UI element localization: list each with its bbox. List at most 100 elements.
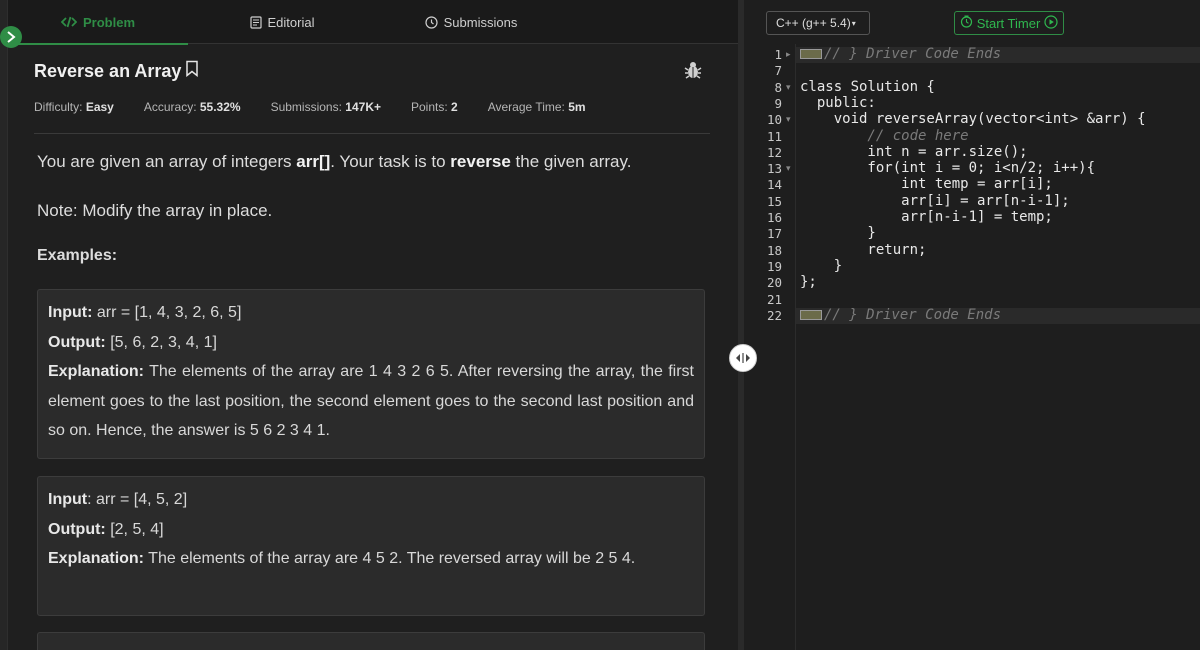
problem-note: Note: Modify the array in place. bbox=[37, 201, 273, 220]
tab-label: Problem bbox=[82, 14, 135, 30]
points: Points: 2 bbox=[411, 100, 458, 114]
fold-toggle-icon[interactable]: ▾ bbox=[786, 114, 791, 125]
fold-toggle-icon[interactable]: ▾ bbox=[786, 82, 791, 93]
example-input: Input: arr = [1, 4, 3, 2, 6, 5] bbox=[48, 298, 694, 328]
line-number: 9 bbox=[774, 95, 782, 111]
explanation-text: The elements of the array are 4 5 2. The… bbox=[148, 550, 636, 567]
tab-label: Submissions bbox=[443, 14, 518, 30]
tab-problem[interactable]: Problem bbox=[8, 0, 188, 45]
line-number: 19 bbox=[766, 258, 782, 274]
code-editor[interactable]: // } Driver Code Ends class Solution { pu… bbox=[796, 44, 1200, 650]
problem-content: Reverse an Array Difficulty: Easy Accura… bbox=[8, 44, 738, 650]
line-number: 21 bbox=[766, 291, 782, 307]
code-line[interactable]: int n = arr.size(); bbox=[800, 144, 1027, 160]
explanation-text: The elements of the array are 1 4 3 2 6 … bbox=[48, 363, 695, 439]
desc-bold: reverse bbox=[450, 152, 511, 171]
line-number: 10 bbox=[766, 112, 782, 128]
clock-icon bbox=[425, 15, 438, 29]
caret-down-icon: ▾ bbox=[851, 18, 856, 28]
code-line[interactable]: class Solution { bbox=[800, 79, 935, 95]
line-number: 7 bbox=[774, 63, 782, 79]
line-number: 18 bbox=[766, 242, 782, 258]
example-explanation: Explanation: The elements of the array a… bbox=[48, 357, 694, 446]
code-line[interactable]: void reverseArray(vector<int> &arr) { bbox=[800, 111, 1146, 127]
folded-code-marker-icon[interactable] bbox=[800, 49, 822, 59]
example-box: Input: arr = [4, 5, 2] Output: [2, 5, 4]… bbox=[37, 476, 705, 616]
resize-handle-icon[interactable] bbox=[729, 344, 757, 372]
code-line[interactable]: arr[n-i-1] = temp; bbox=[800, 209, 1053, 225]
avg-time-label: Average Time: bbox=[487, 100, 565, 114]
language-select[interactable]: C++ (g++ 5.4) ▾ bbox=[766, 11, 870, 35]
desc-text: the given array. bbox=[510, 152, 632, 171]
chevron-right-icon bbox=[7, 31, 16, 43]
desc-text: You are given an array of integers bbox=[37, 152, 297, 171]
code-line[interactable]: // } Driver Code Ends bbox=[800, 307, 1001, 323]
input-label: Input: bbox=[48, 304, 93, 321]
code-line[interactable]: for(int i = 0; i<n/2; i++){ bbox=[800, 160, 1095, 176]
example-output: Output: [2, 5, 4] bbox=[48, 515, 694, 545]
output-value: [5, 6, 2, 3, 4, 1] bbox=[110, 333, 217, 351]
submissions-value: 147K+ bbox=[345, 100, 381, 114]
difficulty-value: Easy bbox=[85, 100, 114, 114]
code-line[interactable]: } bbox=[800, 225, 875, 241]
problem-panel: Problem Editorial Submissions Reverse an… bbox=[0, 0, 738, 650]
points-label: Points: bbox=[411, 100, 448, 114]
code-line[interactable]: arr[i] = arr[n-i-1]; bbox=[800, 193, 1070, 209]
bookmark-icon[interactable] bbox=[185, 60, 199, 82]
problem-title: Reverse an Array bbox=[34, 60, 182, 81]
line-number: 12 bbox=[766, 144, 782, 160]
line-number: 13 bbox=[766, 161, 782, 177]
submissions-label: Submissions: bbox=[270, 100, 342, 114]
code-line[interactable]: }; bbox=[800, 274, 817, 290]
example-explanation: Explanation: The elements of the array a… bbox=[48, 544, 694, 574]
explanation-label: Explanation: bbox=[48, 363, 145, 380]
input-value: : arr = [4, 5, 2] bbox=[87, 491, 188, 508]
submissions: Submissions: 147K+ bbox=[271, 100, 381, 114]
accuracy-label: Accuracy: bbox=[143, 100, 197, 114]
start-timer-label: Start Timer bbox=[976, 15, 1041, 31]
accuracy: Accuracy: 55.32% bbox=[144, 100, 241, 114]
line-number: 1 bbox=[774, 47, 782, 62]
difficulty: Difficulty: Easy bbox=[34, 100, 114, 114]
fold-toggle-icon[interactable]: ▾ bbox=[786, 163, 791, 174]
code-line[interactable]: public: bbox=[800, 95, 876, 111]
code-line[interactable]: return; bbox=[800, 242, 926, 258]
explanation-label: Explanation: bbox=[48, 550, 145, 567]
editor-panel: C++ (g++ 5.4) ▾ Start Timer 1 ▸ 7 8 ▾ 9 10 ▾ 11 1… bbox=[744, 0, 1200, 650]
editor-toolbar: C++ (g++ 5.4) ▾ Start Timer bbox=[744, 0, 1200, 44]
example-input: Input: arr = [4, 5, 2] bbox=[48, 485, 694, 515]
input-value: arr = [1, 4, 3, 2, 6, 5] bbox=[96, 304, 242, 321]
tab-label: Editorial bbox=[267, 14, 315, 30]
line-number: 15 bbox=[766, 193, 782, 209]
document-icon bbox=[249, 15, 262, 29]
line-number: 14 bbox=[766, 177, 782, 193]
code-line[interactable]: int temp = arr[i]; bbox=[800, 176, 1053, 192]
bug-icon[interactable] bbox=[684, 60, 702, 85]
example-output: Output: [5, 6, 2, 3, 4, 1] bbox=[48, 328, 694, 358]
code-comment: // } Driver Code Ends bbox=[824, 306, 1002, 323]
start-timer-button[interactable]: Start Timer bbox=[954, 11, 1064, 35]
line-number: 22 bbox=[766, 307, 782, 323]
input-label: Input bbox=[48, 491, 88, 508]
folded-code-marker-icon[interactable] bbox=[800, 309, 822, 320]
code-line[interactable]: // } Driver Code Ends bbox=[800, 46, 1001, 62]
code-comment: // } Driver Code Ends bbox=[824, 46, 1002, 62]
average-time: Average Time: 5m bbox=[488, 100, 586, 114]
tab-submissions[interactable]: Submissions bbox=[376, 0, 566, 44]
problem-meta: Difficulty: Easy Accuracy: 55.32% Submis… bbox=[34, 100, 586, 114]
code-line[interactable]: } bbox=[800, 258, 842, 274]
line-number: 8 bbox=[774, 79, 782, 95]
fold-toggle-icon[interactable]: ▸ bbox=[786, 49, 791, 60]
problem-tabs: Problem Editorial Submissions bbox=[8, 0, 738, 45]
example-box: Input: arr = [1, 4, 3, 2, 6, 5] Output: … bbox=[37, 289, 705, 459]
desc-bold: arr[] bbox=[296, 152, 331, 171]
tab-editorial[interactable]: Editorial bbox=[188, 0, 376, 44]
example-box bbox=[37, 632, 705, 650]
title-row: Reverse an Array bbox=[34, 60, 199, 82]
line-number: 17 bbox=[766, 226, 782, 242]
play-circle-icon bbox=[1044, 14, 1058, 32]
code-line[interactable]: // code here bbox=[800, 128, 968, 144]
divider bbox=[34, 133, 710, 134]
expand-sidebar-button[interactable] bbox=[0, 26, 22, 48]
avg-time-value: 5m bbox=[568, 100, 586, 114]
